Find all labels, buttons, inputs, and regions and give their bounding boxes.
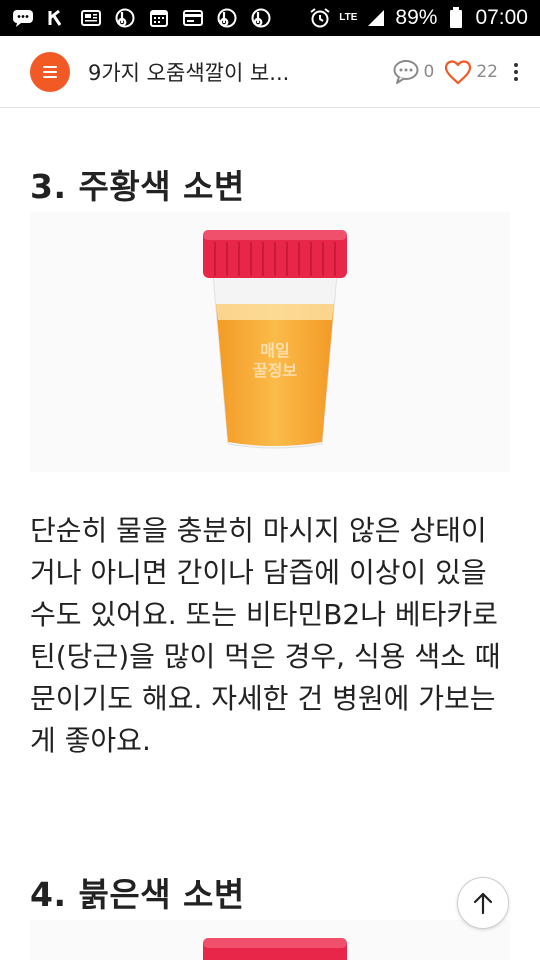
section-heading: 4. 붉은색 소변	[30, 875, 245, 914]
menu-button[interactable]	[30, 51, 70, 92]
comment-count: 0	[423, 61, 435, 82]
news-icon	[80, 8, 102, 28]
like-button[interactable]: 22	[444, 59, 498, 85]
like-count: 22	[476, 61, 498, 82]
message-icon	[12, 8, 34, 28]
b-app-icon	[216, 8, 238, 28]
heart-icon	[445, 59, 472, 84]
arrow-up-icon	[473, 892, 493, 915]
status-bar: LTE 89% 07:00	[0, 0, 540, 36]
k-icon	[46, 8, 68, 28]
card-icon	[182, 8, 204, 28]
signal-icon	[365, 8, 387, 28]
app-header: 9가지 오줌색깔이 보... 0 22	[0, 36, 540, 108]
orange-urine-image: 매일 꿀정보	[30, 212, 510, 472]
svg-text:꿀정보: 꿀정보	[253, 361, 297, 380]
section-heading: 3. 주황색 소변	[30, 167, 245, 206]
b-app-icon	[114, 8, 136, 28]
red-urine-image	[30, 920, 510, 960]
comment-button[interactable]: 0	[392, 59, 435, 85]
clock: 07:00	[475, 6, 528, 29]
hamburger-icon	[43, 65, 57, 68]
article-body: 3. 주황색 소변 매일 꿀정보 단순히 물을 충분히 마시지 않은 상태이거나…	[0, 108, 540, 960]
comment-icon	[393, 59, 419, 84]
calendar-icon	[148, 8, 170, 28]
article-title: 9가지 오줌색깔이 보...	[88, 60, 290, 85]
more-options-button[interactable]	[506, 60, 526, 84]
article-paragraph: 단순히 물을 충분히 마시지 않은 상태이거나 아니면 간이나 담즙에 이상이 …	[30, 514, 501, 757]
b-app-icon	[250, 8, 272, 28]
svg-text:매일: 매일	[260, 341, 289, 360]
scroll-to-top-button[interactable]	[457, 877, 509, 929]
network-type: LTE	[339, 12, 358, 23]
battery-icon	[445, 7, 467, 28]
alarm-icon	[309, 8, 331, 28]
battery-percent: 89%	[395, 6, 438, 29]
